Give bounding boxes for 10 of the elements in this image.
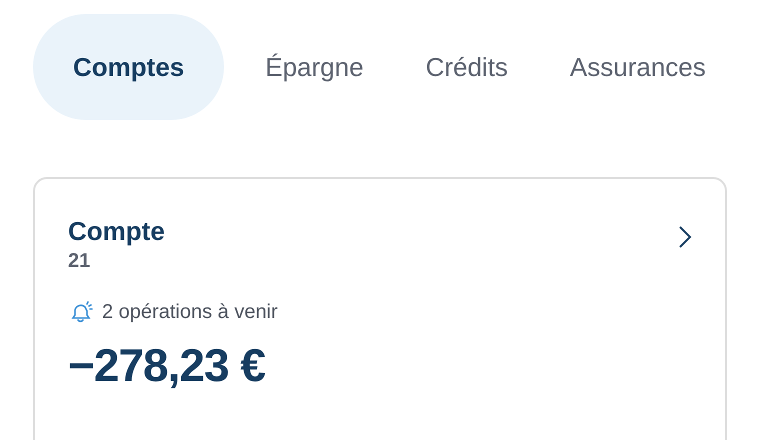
tab[interactable]: Comptes [33,14,224,120]
account-number: 21 [68,249,92,274]
account-balance: −278,23 € [68,338,266,393]
tab[interactable]: Crédits [404,14,529,120]
account-title: Compte [68,215,166,247]
tab[interactable]: Épargne [244,14,385,120]
chevron-right-icon [678,225,692,249]
upcoming-operations: 2 opérations à venir [102,300,278,325]
tab[interactable]: Assurances [548,14,727,120]
account-card[interactable]: Compte 21 2 opérations à venir −278,23 € [33,177,727,440]
